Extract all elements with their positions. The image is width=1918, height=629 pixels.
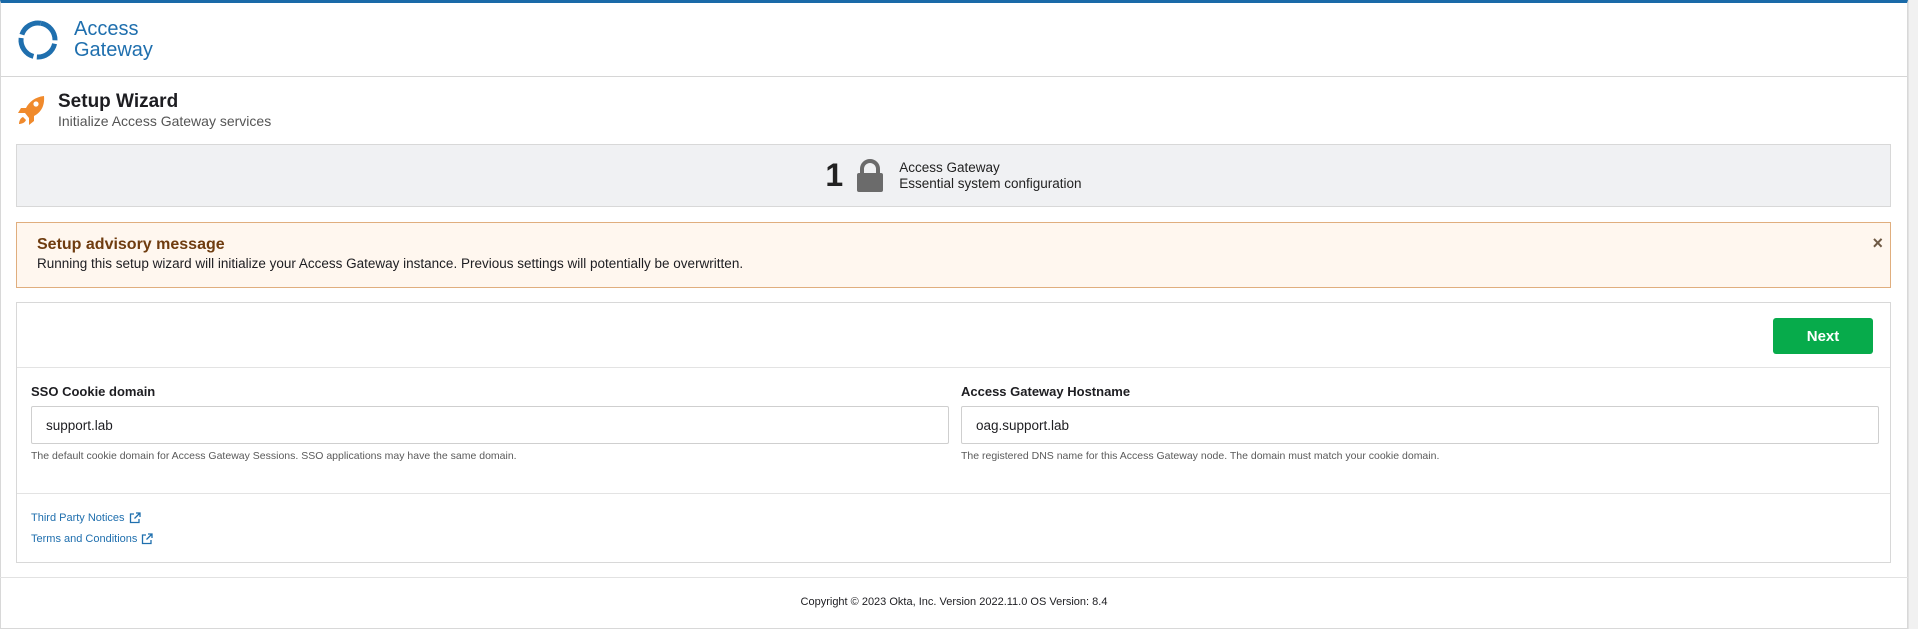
page-title: Setup Wizard <box>58 91 179 112</box>
form-fields: SSO Cookie domain The default cookie dom… <box>17 368 1890 494</box>
step-number: 1 <box>825 157 844 193</box>
setup-form-card: Next SSO Cookie domain The default cooki… <box>16 302 1891 563</box>
wizard-step-indicator: 1 Access Gateway Essential system config… <box>16 144 1891 207</box>
card-actions: Next <box>17 303 1890 368</box>
legal-links: Third Party Notices Terms and Conditions <box>17 494 1890 570</box>
hostname-help: The registered DNS name for this Access … <box>961 450 1440 462</box>
hostname-label: Access Gateway Hostname <box>961 384 1131 399</box>
page-subtitle: Initialize Access Gateway services <box>58 113 272 129</box>
cookie-domain-input[interactable] <box>31 406 949 444</box>
lock-icon <box>857 158 884 192</box>
app-header: Access Gateway <box>1 3 1907 77</box>
hostname-field: Access Gateway Hostname The registered D… <box>961 384 1879 463</box>
hostname-input[interactable] <box>961 406 1879 444</box>
setup-advisory-alert: Setup advisory message Running this setu… <box>16 222 1891 288</box>
rocket-icon <box>18 96 45 125</box>
external-link-icon <box>142 533 154 545</box>
step-title: Access Gateway <box>899 159 1000 175</box>
terms-and-conditions-link[interactable]: Terms and Conditions <box>31 532 1876 546</box>
third-party-notices-label: Third Party Notices <box>31 512 125 524</box>
copyright-text: Copyright © 2023 Okta, Inc. Version 2022… <box>800 596 1108 608</box>
terms-and-conditions-label: Terms and Conditions <box>31 533 138 545</box>
cookie-domain-label: SSO Cookie domain <box>31 384 156 399</box>
brand-line-2: Gateway <box>74 38 153 61</box>
advisory-message: Running this setup wizard will initializ… <box>37 256 744 271</box>
advisory-title: Setup advisory message <box>37 236 225 253</box>
next-button[interactable]: Next <box>1773 318 1873 354</box>
cookie-domain-field: SSO Cookie domain The default cookie dom… <box>31 384 949 463</box>
access-gateway-logo-icon <box>18 20 58 59</box>
brand-name: Access Gateway <box>74 17 153 61</box>
scrollbar[interactable] <box>1908 0 1918 629</box>
step-description: Essential system configuration <box>899 175 1082 191</box>
external-link-icon <box>129 512 141 524</box>
cookie-domain-help: The default cookie domain for Access Gat… <box>31 450 517 462</box>
close-icon[interactable]: × <box>1872 233 1883 254</box>
page-heading: Setup Wizard Initialize Access Gateway s… <box>17 90 271 130</box>
page-footer: Copyright © 2023 Okta, Inc. Version 2022… <box>0 577 1908 629</box>
brand-line-1: Access <box>74 17 139 40</box>
third-party-notices-link[interactable]: Third Party Notices <box>31 511 1876 525</box>
